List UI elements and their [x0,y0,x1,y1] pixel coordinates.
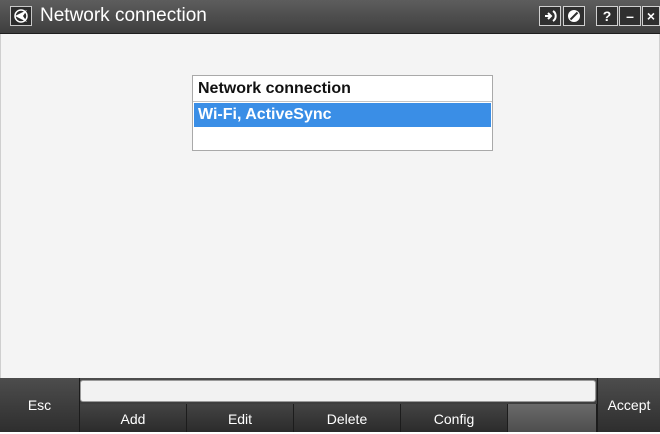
signal-icon[interactable] [539,6,561,26]
config-button[interactable]: Config [401,404,508,432]
main-area: Network connection Wi-Fi, ActiveSync [0,34,660,378]
command-input[interactable] [80,380,596,402]
window-title: Network connection [40,5,207,26]
edit-button[interactable]: Edit [187,404,294,432]
network-connection-list[interactable]: Network connection Wi-Fi, ActiveSync [192,75,493,151]
title-bar: Network connection ? – × [0,0,660,34]
minimize-button[interactable]: – [619,6,641,26]
accept-button[interactable]: Accept [597,378,660,432]
bottom-bar: Esc Add Edit Delete Config Accept [0,378,660,432]
list-item[interactable]: Wi-Fi, ActiveSync [194,103,491,127]
esc-button[interactable]: Esc [0,378,80,432]
close-button[interactable]: × [642,6,660,26]
delete-button[interactable]: Delete [294,404,401,432]
app-logo-icon[interactable] [10,6,32,26]
list-header: Network connection [193,76,492,102]
help-button[interactable]: ? [596,6,618,26]
empty-softkey [508,404,597,432]
no-entry-icon[interactable] [563,6,585,26]
add-button[interactable]: Add [80,404,187,432]
